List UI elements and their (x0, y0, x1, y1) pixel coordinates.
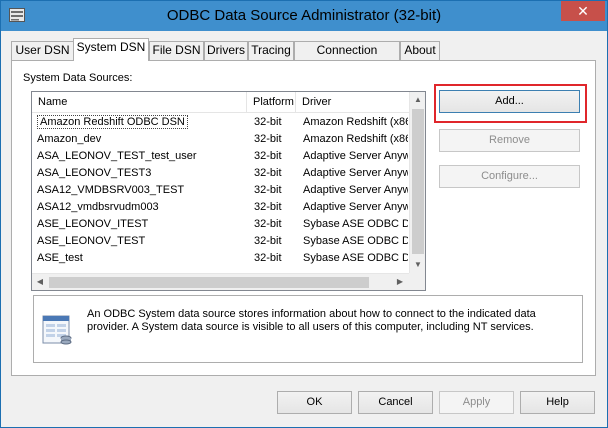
scrollbar-corner (409, 273, 425, 290)
cell-driver: Amazon Redshift (x86) (303, 133, 408, 145)
cell-platform: 32-bit (254, 184, 282, 196)
scroll-up-arrow-icon[interactable]: ▲ (410, 92, 425, 108)
cell-driver: Sybase ASE ODBC Driver (303, 218, 408, 230)
system-data-sources-label: System Data Sources: (23, 72, 133, 84)
column-header-driver[interactable]: Driver (296, 92, 409, 113)
data-source-icon (42, 315, 72, 345)
column-header-platform[interactable]: Platform (247, 92, 296, 113)
cell-platform: 32-bit (254, 235, 282, 247)
vertical-scrollbar[interactable]: ▲ ▼ (409, 92, 425, 273)
cell-platform: 32-bit (254, 116, 282, 128)
title-bar[interactable]: ODBC Data Source Administrator (32-bit) … (1, 1, 607, 31)
cell-platform: 32-bit (254, 150, 282, 162)
cell-driver: Adaptive Server Anywhere (303, 201, 408, 213)
close-button[interactable]: ✕ (561, 1, 605, 21)
dialog-client-area: User DSN System DSN File DSN Drivers Tra… (2, 31, 606, 427)
cell-platform: 32-bit (254, 167, 282, 179)
configure-button[interactable]: Configure... (439, 165, 580, 188)
list-item[interactable]: Amazon Redshift ODBC DSN 32-bit Amazon Red… (32, 114, 409, 131)
horizontal-scroll-thumb[interactable] (49, 277, 369, 288)
cell-driver: Amazon Redshift (x86) (303, 116, 408, 128)
list-body: Amazon Redshift ODBC DSN 32-bit Amazon Red… (32, 114, 409, 274)
cell-platform: 32-bit (254, 133, 282, 145)
list-item[interactable]: ASE_LEONOV_TEST 32-bit Sybase ASE ODBC Dri… (32, 233, 409, 250)
tab-file-dsn[interactable]: File DSN (149, 41, 204, 60)
cell-platform: 32-bit (254, 201, 282, 213)
scroll-right-arrow-icon[interactable]: ▶ (392, 274, 408, 290)
info-description: An ODBC System data source stores inform… (87, 308, 536, 333)
cell-driver: Adaptive Server Anywhere (303, 167, 408, 179)
cell-name: ASE_LEONOV_TEST (37, 235, 146, 247)
scroll-left-arrow-icon[interactable]: ◀ (32, 274, 48, 290)
help-button[interactable]: Help (520, 391, 595, 414)
cell-driver: Sybase ASE ODBC Driver (303, 252, 408, 264)
cancel-button[interactable]: Cancel (358, 391, 433, 414)
cell-name: ASA_LEONOV_TEST3 (37, 167, 152, 179)
data-sources-list[interactable]: Name Platform Driver Amazon Redshift ODB… (31, 91, 426, 291)
cell-platform: 32-bit (254, 252, 282, 264)
cell-name: ASA_LEONOV_TEST_test_user (37, 150, 197, 162)
tab-drivers[interactable]: Drivers (204, 41, 248, 60)
list-item[interactable]: ASE_test 32-bit Sybase ASE ODBC Driver (32, 250, 409, 267)
list-item[interactable]: ASA_LEONOV_TEST3 32-bit Adaptive Server An… (32, 165, 409, 182)
tab-about[interactable]: About (400, 41, 440, 60)
list-header: Name Platform Driver (32, 92, 409, 113)
cell-name: ASE_LEONOV_ITEST (37, 218, 149, 230)
scroll-down-arrow-icon[interactable]: ▼ (410, 257, 425, 273)
ok-button[interactable]: OK (277, 391, 352, 414)
list-item[interactable]: ASA12_VMDBSRV003_TEST 32-bit Adaptive Serv… (32, 182, 409, 199)
list-item[interactable]: Amazon_dev 32-bit Amazon Redshift (x86) (32, 131, 409, 148)
horizontal-scrollbar[interactable]: ◀ ▶ (32, 273, 409, 290)
window-title: ODBC Data Source Administrator (32-bit) (166, 7, 442, 24)
cell-driver: Adaptive Server Anywhere (303, 150, 408, 162)
tab-connection-pooling[interactable]: Connection Pooling (294, 41, 400, 74)
cell-name: ASE_test (37, 252, 83, 264)
list-item[interactable]: ASA_LEONOV_TEST_test_user 32-bit Adaptive … (32, 148, 409, 165)
cell-name: ASA12_vmdbsrvudm003 (37, 201, 159, 213)
cell-platform: 32-bit (254, 218, 282, 230)
info-box: An ODBC System data source stores inform… (33, 295, 583, 363)
vertical-scroll-thumb[interactable] (412, 109, 424, 254)
tab-system-dsn[interactable]: System DSN (73, 38, 149, 61)
cell-name: Amazon Redshift ODBC DSN (37, 114, 247, 131)
cell-driver: Adaptive Server Anywhere (303, 184, 408, 196)
cell-driver: Sybase ASE ODBC Driver (303, 235, 408, 247)
selected-name-text: Amazon Redshift ODBC DSN (37, 115, 188, 129)
cell-name: ASA12_VMDBSRV003_TEST (37, 184, 185, 196)
tab-user-dsn[interactable]: User DSN (11, 41, 74, 60)
add-button-highlight (434, 84, 587, 123)
remove-button[interactable]: Remove (439, 129, 580, 152)
odbc-window: ODBC Data Source Administrator (32-bit) … (0, 0, 608, 428)
apply-button[interactable]: Apply (439, 391, 514, 414)
tab-tracing[interactable]: Tracing (248, 41, 294, 60)
column-header-name[interactable]: Name (32, 92, 247, 113)
list-item[interactable]: ASA12_vmdbsrvudm003 32-bit Adaptive Server… (32, 199, 409, 216)
cell-name: Amazon_dev (37, 133, 102, 145)
list-item[interactable]: ASE_LEONOV_ITEST 32-bit Sybase ASE ODBC Dr… (32, 216, 409, 233)
